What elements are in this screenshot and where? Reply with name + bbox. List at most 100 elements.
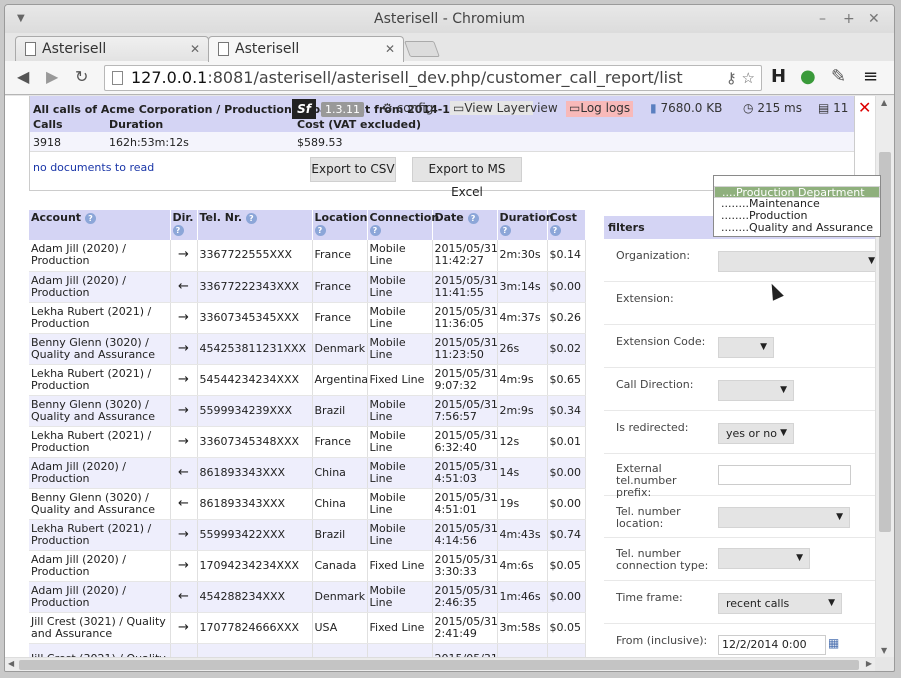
connection-cell: Fixed Line: [367, 550, 433, 582]
duration-cell: 2m:30s: [497, 240, 548, 272]
date-cell: 2015/05/31, 7:56:57: [432, 395, 498, 427]
table-row[interactable]: Adam Jill (2020) / Production ← 861893343X…: [29, 457, 586, 489]
title-bar: ▼ Asterisell - Chromium – + ✕: [5, 5, 894, 33]
date-header[interactable]: Date ?: [432, 210, 498, 240]
telnr-cell: 861893343XXX: [197, 457, 313, 489]
table-row[interactable]: Lekha Rubert (2021) / Production → 3360734…: [29, 426, 586, 458]
telnr-cell: [197, 643, 313, 657]
timer-item[interactable]: ◷ 215 ms: [743, 101, 802, 115]
direction-header[interactable]: Dir.?: [170, 210, 198, 240]
table-row[interactable]: Lekha Rubert (2021) / Production → 5454423…: [29, 364, 586, 396]
help-icon[interactable]: ?: [172, 224, 184, 236]
table-row[interactable]: Lekha Rubert (2021) / Production → 5599934…: [29, 519, 586, 551]
horizontal-scroll-thumb[interactable]: [19, 660, 859, 670]
help-icon[interactable]: ?: [499, 224, 511, 236]
telnr-header[interactable]: Tel. Nr. ?: [197, 210, 313, 240]
date-cell: 2015/05/31, 11:36:05: [432, 302, 498, 334]
table-row[interactable]: Benny Glenn (3020) / Quality and Assuran…: [29, 395, 586, 427]
chevron-down-icon: ▼: [780, 428, 787, 438]
help-icon[interactable]: ?: [467, 212, 479, 224]
help-icon[interactable]: ?: [369, 224, 381, 236]
help-icon[interactable]: ?: [314, 224, 326, 236]
table-row[interactable]: Adam Jill (2020) / Production → 3367722555…: [29, 240, 586, 272]
duration-header[interactable]: Duration?: [497, 210, 554, 240]
account-header[interactable]: Account ?: [29, 210, 171, 240]
log-item[interactable]: ▭Log logs: [566, 101, 634, 117]
symfony-logo[interactable]: Sf: [292, 99, 316, 119]
table-row[interactable]: Adam Jill (2020) / Production → 1709423423…: [29, 550, 586, 582]
horizontal-scrollbar[interactable]: ◀ ▶: [5, 657, 875, 671]
database-item[interactable]: ▤ 11: [818, 101, 848, 115]
key-icon[interactable]: ⚷: [726, 69, 737, 87]
duration-cell: 4m:37s: [497, 302, 548, 334]
close-tab-icon[interactable]: ✕: [190, 37, 200, 61]
config-item[interactable]: ⚙ config: [382, 101, 433, 115]
help-icon[interactable]: ?: [245, 212, 257, 224]
evernote-extension-icon[interactable]: ●: [800, 66, 816, 87]
close-toolbar-icon[interactable]: ✕: [858, 98, 871, 117]
location-header[interactable]: Location?: [312, 210, 368, 240]
address-bar[interactable]: 127.0.0.1:8081/asterisell/asterisell_dev…: [104, 65, 762, 91]
h-extension-icon[interactable]: H: [771, 66, 786, 87]
tel-location-select[interactable]: ▼: [718, 507, 850, 528]
table-row[interactable]: Jill Crest (3021) / Quality and Assuranc…: [29, 612, 586, 644]
chevron-down-icon: ▼: [868, 256, 875, 266]
tel-connection-select[interactable]: ▼: [718, 548, 810, 569]
organization-option[interactable]: ........Quality and Assurance: [714, 222, 880, 234]
table-row[interactable]: Lekha Rubert (2021) / Production → 3360734…: [29, 302, 586, 334]
reload-icon[interactable]: ↻: [75, 67, 88, 86]
eyedropper-extension-icon[interactable]: ✎: [831, 66, 846, 87]
connection-cell: Mobile Line: [367, 426, 433, 458]
maximize-icon[interactable]: +: [843, 5, 855, 33]
scroll-left-icon[interactable]: ◀: [8, 659, 14, 668]
time-frame-select[interactable]: recent calls ▼: [718, 593, 842, 614]
cost-cell: $0.05: [547, 612, 586, 644]
scroll-down-icon[interactable]: ▼: [881, 646, 887, 655]
close-window-icon[interactable]: ✕: [868, 5, 880, 33]
is-redirected-select[interactable]: yes or no ▼: [718, 423, 794, 444]
call-direction-select[interactable]: ▼: [718, 380, 794, 401]
help-icon[interactable]: ?: [549, 224, 561, 236]
view-layer-item[interactable]: ▭View Layer: [450, 101, 534, 115]
organization-select[interactable]: ▼: [718, 251, 875, 272]
extension-code-select[interactable]: ▼: [718, 337, 774, 358]
connection-header[interactable]: Connection?: [367, 210, 439, 240]
table-row[interactable]: Jill Crest (3021) / Quality 2015/05/31, -: [29, 643, 586, 657]
bookmark-star-icon[interactable]: ☆: [742, 69, 755, 87]
external-prefix-input[interactable]: [718, 465, 851, 485]
chrome-menu-icon[interactable]: ≡: [863, 66, 878, 87]
account-cell: Benny Glenn (3020) / Quality and Assuran…: [29, 395, 171, 427]
calendar-icon[interactable]: ▦: [828, 636, 839, 650]
browser-tab[interactable]: Asterisell ✕: [15, 36, 209, 62]
table-row[interactable]: Benny Glenn (3020) / Quality and Assuran…: [29, 488, 586, 520]
telnr-cell: 3367722555XXX: [197, 240, 313, 272]
account-cell: Adam Jill (2020) / Production: [29, 550, 171, 582]
export-csv-button[interactable]: Export to CSV: [310, 157, 396, 182]
new-tab-button[interactable]: [404, 41, 440, 57]
summary-header-row: Calls Duration Cost (VAT excluded): [30, 114, 854, 132]
table-row[interactable]: Adam Jill (2020) / Production ← 3367722234…: [29, 271, 586, 303]
table-row[interactable]: Benny Glenn (3020) / Quality and Assuran…: [29, 333, 586, 365]
location-cell: USA: [312, 612, 368, 644]
window-menu-icon[interactable]: ▼: [17, 5, 25, 33]
export-excel-button[interactable]: Export to MS Excel: [412, 157, 522, 199]
cost-header[interactable]: Cost?: [547, 210, 586, 240]
back-icon[interactable]: ◀: [17, 67, 29, 86]
table-row[interactable]: Adam Jill (2020) / Production ← 454288234X…: [29, 581, 586, 613]
location-cell: Brazil: [312, 519, 368, 551]
scroll-up-icon[interactable]: ▲: [881, 98, 887, 107]
browser-tab-active[interactable]: Asterisell ✕: [208, 36, 404, 62]
account-cell: Benny Glenn (3020) / Quality and Assuran…: [29, 333, 171, 365]
summary-duration-value: 162h:53m:12s: [109, 136, 189, 149]
documents-link[interactable]: no documents to read: [33, 161, 154, 174]
close-tab-icon[interactable]: ✕: [385, 37, 395, 61]
minimize-icon[interactable]: –: [819, 5, 826, 33]
memory-item[interactable]: ▮ 7680.0 KB: [650, 101, 722, 115]
log-icon: ▭: [569, 101, 581, 115]
connection-cell: Mobile Line: [367, 395, 433, 427]
scroll-right-icon[interactable]: ▶: [866, 659, 872, 668]
help-icon[interactable]: ?: [84, 212, 96, 224]
forward-icon[interactable]: ▶: [46, 67, 58, 86]
chevron-down-icon: ▼: [760, 342, 767, 352]
from-date-input[interactable]: 12/2/2014 0:00: [718, 635, 826, 655]
